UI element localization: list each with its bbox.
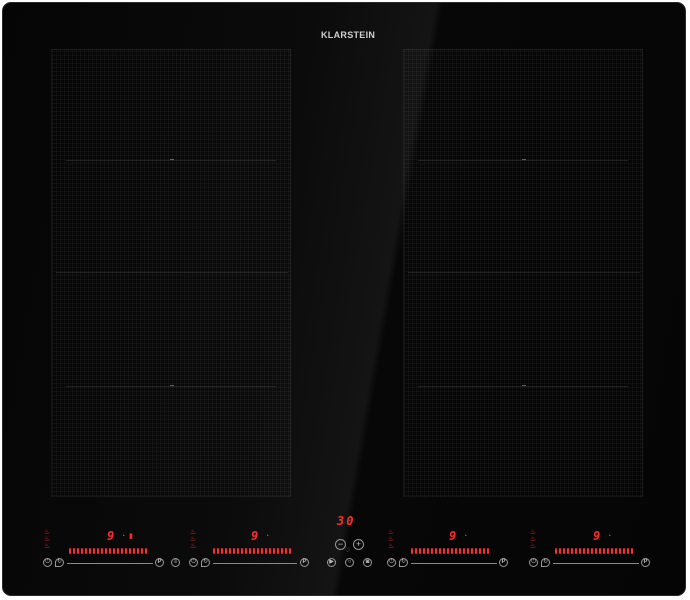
- boost-button-4[interactable]: ↻: [541, 558, 550, 567]
- zone-tick: [522, 385, 526, 386]
- zone2-level: 9: [251, 529, 259, 543]
- boost-button-1[interactable]: ↻: [55, 558, 64, 567]
- p-button-1[interactable]: P: [155, 558, 164, 567]
- timer-icon: ◔: [607, 533, 612, 540]
- induction-hob: KLARSTEIN 30 ♨♨♨ 9 ◔ ▮ ⏻ ↻ P ≡ ♨♨♨ 9: [2, 2, 686, 596]
- boost-button-2[interactable]: ↻: [201, 558, 210, 567]
- brand-logo: KLARSTEIN: [321, 30, 376, 40]
- zone-divider: [408, 272, 640, 273]
- zone-tick: [170, 385, 174, 386]
- timer-icon: ◔: [265, 533, 270, 540]
- power-slider-1[interactable]: [67, 563, 153, 564]
- circle-button[interactable]: ○: [345, 558, 354, 567]
- zone1-level: 9: [107, 529, 115, 543]
- plus-button[interactable]: +: [353, 539, 364, 550]
- zone4-level: 9: [593, 529, 601, 543]
- power-button-2[interactable]: ⏻: [189, 558, 198, 567]
- timer-display: 30: [337, 514, 356, 528]
- zone-divider: [56, 272, 288, 273]
- p-button-2[interactable]: P: [300, 558, 309, 567]
- boost-button-3[interactable]: ↻: [399, 558, 408, 567]
- power-slider-1-leds: [69, 548, 147, 554]
- power-slider-4[interactable]: [553, 563, 639, 564]
- power-slider-4-leds: [555, 548, 633, 554]
- heart-icon: ♡: [345, 548, 351, 554]
- cooking-zone-right: [403, 49, 643, 497]
- zone-tick: [522, 159, 526, 160]
- power-button-4[interactable]: ⏻: [529, 558, 538, 567]
- power-level-stack-4: ♨ ♨ ♨: [529, 529, 537, 550]
- power-level-stack-2: ♨ ♨ ♨: [189, 529, 197, 550]
- power-button-3[interactable]: ⏻: [387, 558, 396, 567]
- play-button[interactable]: ▶: [327, 558, 336, 567]
- timer-icon: ◔: [463, 533, 468, 540]
- p-button-4[interactable]: P: [641, 558, 650, 567]
- control-panel: 30 ♨ ♨ ♨ 9 ◔ ▮ ⏻ ↻ P ≡ ♨ ♨ ♨ 9 ◔ ⏻ ↻ P − + ♡…: [3, 511, 685, 595]
- zone-divider: [66, 160, 276, 161]
- pot-button[interactable]: ◙: [363, 558, 372, 567]
- lock-icon: ▮: [129, 533, 133, 540]
- power-slider-2[interactable]: [213, 563, 297, 564]
- power-button-1[interactable]: ⏻: [43, 558, 52, 567]
- zone-divider: [418, 386, 628, 387]
- timer-icon: ◔: [121, 533, 126, 540]
- zone-tick: [170, 159, 174, 160]
- power-level-stack-3: ♨ ♨ ♨: [387, 529, 395, 550]
- power-slider-3[interactable]: [411, 563, 497, 564]
- zone3-level: 9: [449, 529, 457, 543]
- power-level-stack-1: ♨ ♨ ♨: [43, 529, 51, 550]
- power-slider-3-leds: [411, 548, 489, 554]
- cooking-zone-left: [51, 49, 291, 497]
- bridge-button-1[interactable]: ≡: [171, 558, 180, 567]
- power-slider-2-leds: [213, 548, 291, 554]
- zone-divider: [418, 160, 628, 161]
- zone-divider: [66, 386, 276, 387]
- p-button-3[interactable]: P: [499, 558, 508, 567]
